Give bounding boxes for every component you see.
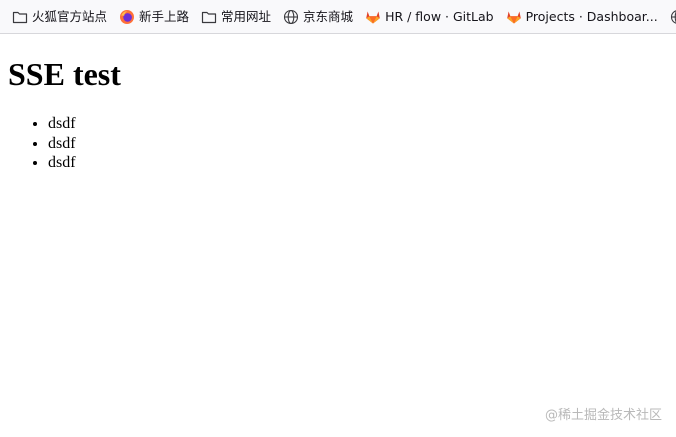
bookmark-gitlab-hr-flow[interactable]: HR / flow · GitLab <box>365 5 494 29</box>
globe-icon <box>283 9 299 25</box>
list-item: dsdf <box>48 134 76 154</box>
bookmark-jd-mall[interactable]: 京东商城 <box>283 5 353 29</box>
page-heading: SSE test <box>8 56 121 92</box>
bookmark-truncated[interactable]: C <box>670 5 676 29</box>
bookmark-label: 火狐官方站点 <box>32 8 108 24</box>
bookmarks-toolbar: 火狐官方站点 新手上路 常用网址 京东商城 HR / flow · GitLab… <box>0 0 676 34</box>
gitlab-icon <box>365 9 381 25</box>
bookmark-label: 京东商城 <box>303 8 354 24</box>
bookmark-label: 常用网址 <box>221 8 272 24</box>
folder-icon <box>201 9 217 25</box>
bookmark-gitlab-projects[interactable]: Projects · Dashboar... <box>506 5 658 29</box>
bookmark-label: 新手上路 <box>139 8 190 24</box>
firefox-icon <box>119 9 135 25</box>
watermark: @稀土掘金技术社区 <box>544 408 662 423</box>
event-list: dsdf dsdf dsdf <box>8 114 76 173</box>
bookmark-label: HR / flow · GitLab <box>385 8 494 24</box>
page-content: SSE test dsdf dsdf dsdf @稀土掘金技术社区 <box>0 34 676 437</box>
bookmark-common-sites[interactable]: 常用网址 <box>201 5 271 29</box>
list-item: dsdf <box>48 114 76 134</box>
bookmark-label: Projects · Dashboar... <box>525 8 658 24</box>
bookmark-firefox-official[interactable]: 火狐官方站点 <box>12 5 107 29</box>
list-item: dsdf <box>48 153 76 173</box>
bookmark-getting-started[interactable]: 新手上路 <box>119 5 189 29</box>
globe-icon <box>670 9 676 25</box>
gitlab-icon <box>506 9 522 25</box>
folder-icon <box>12 9 28 25</box>
